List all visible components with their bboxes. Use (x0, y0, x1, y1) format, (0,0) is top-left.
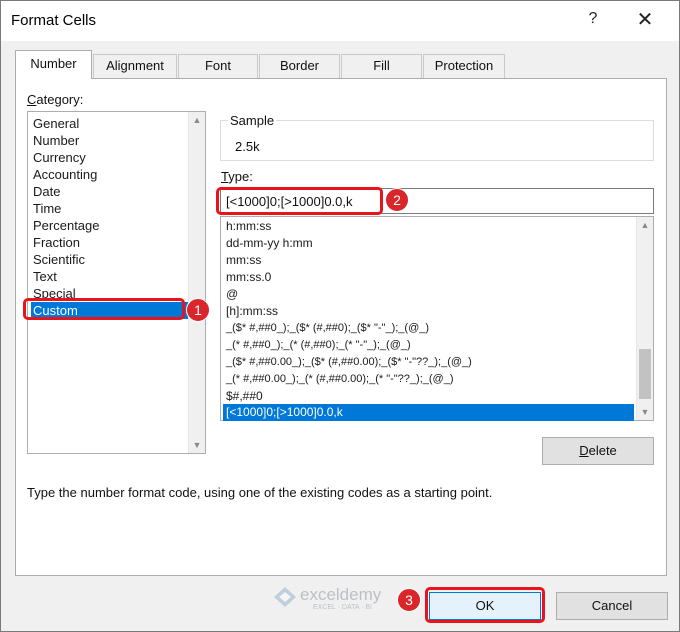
category-item-fraction[interactable]: Fraction (31, 234, 80, 251)
sample-box (220, 120, 654, 161)
category-item-date[interactable]: Date (31, 183, 60, 200)
dialog-title: Format Cells (11, 12, 97, 29)
category-item-general[interactable]: General (31, 115, 79, 132)
delete-button-label: elete (588, 443, 617, 458)
format-cells-dialog: Format Cells ? ✕ Number Alignment Font B… (0, 0, 680, 632)
annotation-highlight-custom (23, 298, 185, 320)
category-item-accounting[interactable]: Accounting (31, 166, 97, 183)
tab-alignment[interactable]: Alignment (93, 54, 177, 78)
annotation-highlight-type (216, 187, 383, 215)
format-code-item[interactable]: @ (223, 286, 238, 303)
category-item-currency[interactable]: Currency (31, 149, 86, 166)
annotation-badge-1: 1 (186, 298, 210, 322)
format-code-item[interactable]: $#,##0 (223, 388, 263, 405)
sample-value: 2.5k (235, 139, 260, 154)
scroll-up-arrow-icon[interactable]: ▲ (637, 220, 653, 230)
format-code-scrollbar[interactable]: ▲ ▼ (636, 217, 653, 420)
type-label: Type: (221, 169, 253, 184)
watermark-brand: exceldemy (300, 585, 382, 604)
category-item-time[interactable]: Time (31, 200, 61, 217)
format-code-item[interactable]: mm:ss (223, 252, 261, 269)
annotation-badge-2: 2 (385, 188, 409, 212)
scroll-thumb[interactable] (639, 349, 651, 399)
exceldemy-logo-icon (274, 587, 296, 607)
scroll-down-arrow-icon[interactable]: ▼ (189, 440, 205, 450)
format-code-listbox[interactable]: h:mm:ss dd-mm-yy h:mm mm:ss mm:ss.0 @ [h… (220, 216, 654, 421)
sample-label: Sample (228, 113, 277, 128)
hint-text: Type the number format code, using one o… (27, 485, 493, 500)
type-label-text: ype: (228, 169, 253, 184)
delete-button[interactable]: Delete (542, 437, 654, 465)
category-item-number[interactable]: Number (31, 132, 79, 149)
tab-border[interactable]: Border (259, 54, 340, 78)
format-code-item[interactable]: _(* #,##0.00_);_(* (#,##0.00);_(* "-"??_… (223, 371, 453, 388)
tab-font[interactable]: Font (178, 54, 258, 78)
scroll-up-arrow-icon[interactable]: ▲ (189, 115, 205, 125)
format-code-item[interactable]: _($* #,##0.00_);_($* (#,##0.00);_($* "-"… (223, 354, 472, 371)
title-bar: Format Cells ? ✕ (1, 1, 679, 41)
annotation-badge-3: 3 (397, 588, 421, 612)
category-label: Category: (27, 92, 84, 107)
format-code-item[interactable]: dd-mm-yy h:mm (223, 235, 313, 252)
category-item-percentage[interactable]: Percentage (31, 217, 100, 234)
annotation-highlight-ok (425, 587, 545, 623)
format-code-item-selected[interactable]: [<1000]0;[>1000]0.0,k (223, 404, 634, 421)
tab-number[interactable]: Number (15, 50, 92, 79)
format-code-item[interactable]: _(* #,##0_);_(* (#,##0);_(* "-"_);_(@_) (223, 337, 411, 354)
format-code-item[interactable]: [h]:mm:ss (223, 303, 278, 320)
category-listbox[interactable]: General Number Currency Accounting Date … (27, 111, 206, 454)
category-item-scientific[interactable]: Scientific (31, 251, 85, 268)
close-button[interactable]: ✕ (633, 7, 657, 32)
help-button[interactable]: ? (583, 10, 603, 28)
format-code-item[interactable]: mm:ss.0 (223, 269, 271, 286)
category-scrollbar[interactable]: ▲ ▼ (188, 112, 205, 453)
category-label-text: ategory: (36, 92, 84, 107)
format-code-item[interactable]: h:mm:ss (223, 218, 271, 235)
category-item-text[interactable]: Text (31, 268, 57, 285)
scroll-down-arrow-icon[interactable]: ▼ (637, 407, 653, 417)
tab-fill[interactable]: Fill (341, 54, 422, 78)
cancel-button[interactable]: Cancel (556, 592, 668, 620)
watermark-tagline: EXCEL · DATA · BI (313, 604, 372, 611)
tab-protection[interactable]: Protection (423, 54, 505, 78)
format-code-item[interactable]: _($* #,##0_);_($* (#,##0);_($* "-"_);_(@… (223, 320, 429, 337)
